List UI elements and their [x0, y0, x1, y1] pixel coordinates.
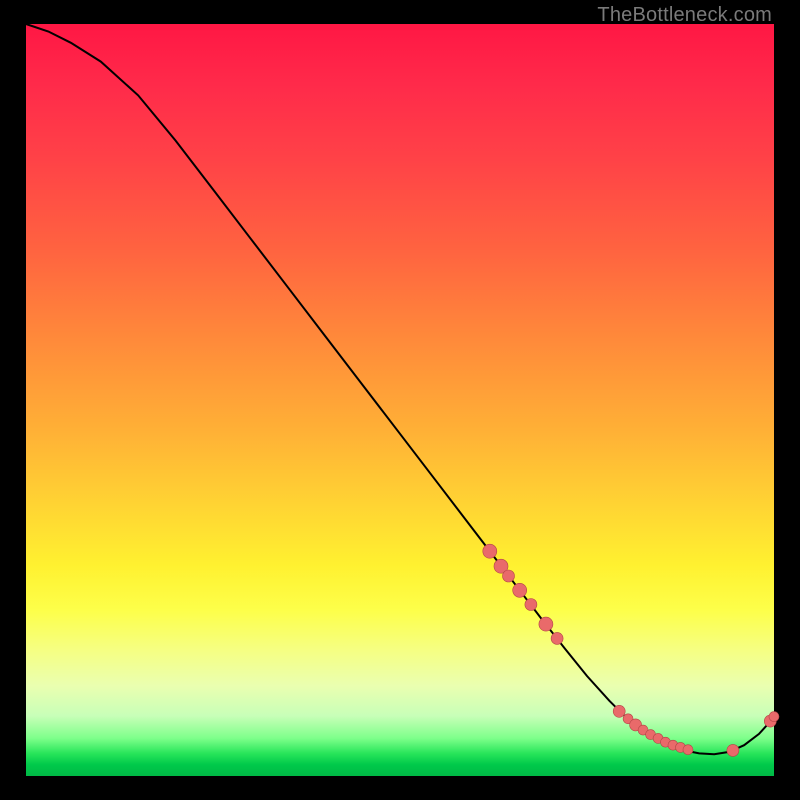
chart-overlay: [26, 24, 774, 776]
data-marker: [539, 617, 553, 631]
plot-area: [26, 24, 774, 776]
data-marker: [683, 745, 693, 755]
data-marker: [551, 632, 563, 644]
chart-stage: TheBottleneck.com: [0, 0, 800, 800]
curve-path: [26, 24, 774, 754]
data-marker: [503, 570, 515, 582]
data-marker: [525, 599, 537, 611]
marker-group: [483, 544, 779, 756]
data-marker: [769, 712, 779, 722]
data-marker: [513, 583, 527, 597]
data-marker: [727, 744, 739, 756]
data-marker: [613, 705, 625, 717]
data-marker: [483, 544, 497, 558]
